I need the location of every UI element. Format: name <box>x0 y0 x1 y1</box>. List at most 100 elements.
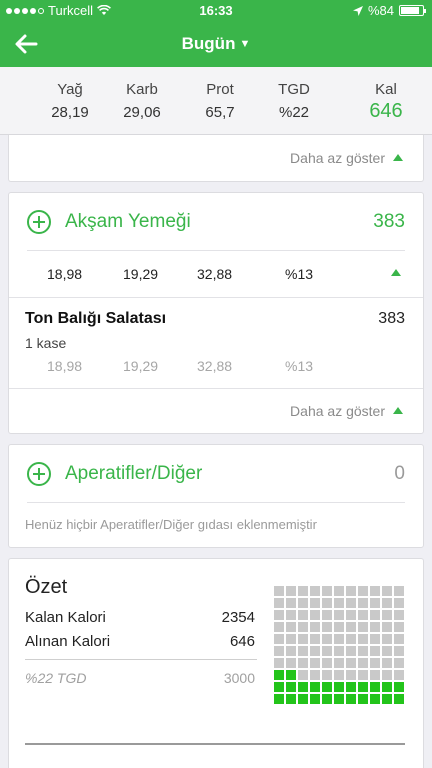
battery-icon <box>399 5 426 16</box>
grid-square <box>394 658 404 668</box>
remaining-calories-value: 2354 <box>221 609 255 626</box>
calorie-progress-grid <box>274 586 404 704</box>
grid-square <box>358 610 368 620</box>
grid-square <box>334 610 344 620</box>
grid-square <box>334 670 344 680</box>
grid-square <box>346 658 356 668</box>
dinner-title[interactable]: Akşam Yemeği <box>65 211 191 233</box>
grid-square <box>310 634 320 644</box>
grid-square <box>310 646 320 656</box>
show-less-button[interactable]: Daha az göster <box>290 150 403 166</box>
grid-square <box>298 634 308 644</box>
summary-protein-label: Prot <box>206 81 234 98</box>
summary-tgd-label: TGD <box>278 81 310 98</box>
grid-square <box>382 598 392 608</box>
summary-protein: Prot 65,7 <box>190 81 250 121</box>
summary-calories-value: 646 <box>369 100 403 122</box>
grid-square <box>382 682 392 692</box>
divider <box>25 743 405 745</box>
grid-square <box>298 670 308 680</box>
grid-square <box>286 610 296 620</box>
food-item-calories: 383 <box>378 310 405 327</box>
grid-square <box>274 658 284 668</box>
summary-calories: Kal 646 <box>356 81 416 123</box>
grid-square <box>346 694 356 704</box>
grid-square <box>370 586 380 596</box>
grid-square <box>322 634 332 644</box>
grid-square <box>394 634 404 644</box>
dinner-total-fat: 18,98 <box>47 266 83 282</box>
macro-summary: Yağ 28,19 Karb 29,06 Prot 65,7 TGD %22 K… <box>0 67 432 135</box>
grid-square <box>382 658 392 668</box>
grid-square <box>298 586 308 596</box>
divider <box>9 297 423 298</box>
location-arrow-icon <box>352 5 363 16</box>
target-calories-value: 3000 <box>223 670 255 686</box>
food-item-fat: 18,98 <box>47 358 83 374</box>
grid-square <box>370 670 380 680</box>
grid-square <box>394 694 404 704</box>
grid-square <box>274 682 284 692</box>
collapse-dinner-icon[interactable] <box>391 269 401 276</box>
grid-square <box>382 670 392 680</box>
overview-title: Özet <box>25 576 68 598</box>
summary-fat-value: 28,19 <box>51 104 89 121</box>
grid-square <box>382 634 392 644</box>
grid-square <box>346 598 356 608</box>
add-snack-icon[interactable] <box>27 462 51 486</box>
summary-fat-label: Yağ <box>57 81 83 98</box>
grid-square <box>286 634 296 644</box>
grid-square <box>370 694 380 704</box>
grid-square <box>394 670 404 680</box>
grid-square <box>334 598 344 608</box>
grid-square <box>370 610 380 620</box>
grid-square <box>298 658 308 668</box>
grid-square <box>394 682 404 692</box>
grid-square <box>298 610 308 620</box>
grid-square <box>370 658 380 668</box>
grid-square <box>274 670 284 680</box>
grid-square <box>274 646 284 656</box>
consumed-calories-label: Alınan Kalori <box>25 633 111 650</box>
snacks-title[interactable]: Aperatifler/Diğer <box>65 463 202 485</box>
grid-square <box>346 586 356 596</box>
grid-square <box>322 670 332 680</box>
food-item-name: Ton Balığı Salatası <box>25 310 167 327</box>
grid-square <box>358 598 368 608</box>
summary-carb: Karb 29,06 <box>112 81 172 121</box>
add-dinner-icon[interactable] <box>27 210 51 234</box>
grid-square <box>370 622 380 632</box>
target-tgd-label: %22 TGD <box>25 670 87 686</box>
grid-square <box>334 694 344 704</box>
date-selector[interactable]: Bugün ▼ <box>0 34 432 54</box>
grid-square <box>394 646 404 656</box>
grid-square <box>298 646 308 656</box>
summary-tgd: TGD %22 <box>264 81 324 121</box>
summary-tgd-value: %22 <box>278 104 310 121</box>
grid-square <box>310 682 320 692</box>
consumed-calories-value: 646 <box>229 633 255 650</box>
grid-square <box>358 682 368 692</box>
grid-square <box>286 646 296 656</box>
grid-square <box>370 634 380 644</box>
food-item-portion: 1 kase <box>25 335 67 351</box>
status-bar: Turkcell 16:33 %84 <box>0 0 432 22</box>
grid-square <box>322 598 332 608</box>
show-less-label: Daha az göster <box>290 403 385 419</box>
summary-fat: Yağ 28,19 <box>40 81 100 121</box>
grid-square <box>310 694 320 704</box>
page-title: Bugün <box>181 34 236 53</box>
grid-square <box>346 610 356 620</box>
navigation-bar: Bugün ▼ <box>0 22 432 67</box>
grid-square <box>310 586 320 596</box>
grid-square <box>322 694 332 704</box>
grid-square <box>274 622 284 632</box>
battery-percent: %84 <box>367 3 394 18</box>
grid-square <box>382 646 392 656</box>
grid-square <box>274 634 284 644</box>
grid-square <box>346 646 356 656</box>
grid-square <box>334 646 344 656</box>
show-less-button[interactable]: Daha az göster <box>290 403 403 419</box>
dinner-total-carb: 19,29 <box>123 266 159 282</box>
previous-meal-card: Daha az göster <box>8 135 424 182</box>
